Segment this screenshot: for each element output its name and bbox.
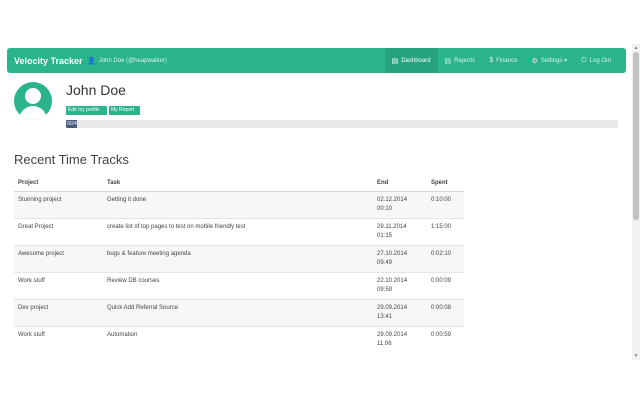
cell-project: Dev project — [14, 298, 103, 326]
avatar — [14, 82, 52, 120]
cell-project: Work stuff — [14, 271, 103, 299]
cell-project: Awesome project — [14, 244, 103, 272]
nav-item-label: Reports — [454, 57, 476, 64]
top-navbar: Velocity Tracker 👤 John Doe (@heapwalker… — [7, 48, 626, 73]
cell-end: 29.09.2014 11:06 — [373, 325, 427, 353]
cell-spent: 0:02:10 — [427, 244, 464, 272]
table-header-row: Project Task End Spent — [14, 176, 464, 192]
scroll-up-arrow-icon[interactable]: ▲ — [632, 44, 640, 52]
cell-project: Stunning project — [14, 190, 103, 218]
cell-end: 29.11.2014 01:15 — [373, 217, 427, 245]
nav-item-label: Settings ▾ — [540, 58, 568, 64]
nav-item-label: Dashboard — [401, 57, 431, 64]
cell-end: 02.12.2014 00:10 — [373, 190, 427, 218]
cell-task: Review DB courses — [103, 271, 373, 299]
nav-item-reports[interactable]: ▤ Reports — [438, 48, 483, 73]
column-header-end: End — [373, 176, 427, 192]
column-header-task: Task — [103, 176, 373, 192]
power-icon: ⏻ — [581, 56, 587, 64]
cell-spent: 0:00:59 — [427, 325, 464, 353]
progress-fill: 0/24 — [66, 120, 78, 128]
nav-item-logout[interactable]: ⏻ Log Out — [574, 48, 618, 73]
table-row: Great Project create list of top pages t… — [14, 217, 464, 245]
cell-task: Automation — [103, 325, 373, 353]
section-title: Recent Time Tracks — [14, 152, 129, 167]
nav-item-label: Log Out — [589, 57, 611, 64]
table-row: Awesome project bugs & feature meeting a… — [14, 244, 464, 272]
table-row: Work stuff Review DB courses 22.10.2014 … — [14, 271, 464, 299]
cell-project: Great Project — [14, 217, 103, 245]
nav-menu: ▤ Dashboard ▤ Reports $ Finance ⚙ Settin… — [384, 48, 618, 73]
my-report-button[interactable]: My Report — [109, 106, 140, 115]
cell-spent: 0:00:09 — [427, 271, 464, 299]
cell-project: Work stuff — [14, 325, 103, 353]
cell-task: create list of top pages to test on mobi… — [103, 217, 373, 245]
user-icon: 👤 — [87, 57, 96, 65]
avatar-head — [25, 88, 41, 104]
profile-name: John Doe — [66, 82, 126, 98]
reports-icon: ▤ — [444, 57, 452, 65]
table-row: Dev project Quick Add Referral Source 29… — [14, 298, 464, 326]
cell-spent: 1:15:00 — [427, 217, 464, 245]
cell-end: 27.10.2014 09:49 — [373, 244, 427, 272]
table-row: Work stuff Automation 29.09.2014 11:06 0… — [14, 325, 464, 353]
gear-icon: ⚙ — [531, 57, 538, 65]
cell-task: Quick Add Referral Source — [103, 298, 373, 326]
cell-spent: 0:00:08 — [427, 298, 464, 326]
cell-spent: 0:10:00 — [427, 190, 464, 218]
nav-user[interactable]: 👤 John Doe (@heapwalker) — [87, 57, 167, 65]
avatar-body — [19, 106, 47, 120]
nav-user-label: John Doe (@heapwalker) — [98, 57, 167, 64]
progress-bar: 0/24 — [66, 120, 618, 128]
nav-item-label: Finance — [496, 57, 518, 64]
time-tracks-table: Project Task End Spent Stunning project … — [14, 176, 464, 353]
nav-item-settings[interactable]: ⚙ Settings ▾ — [524, 48, 574, 73]
scroll-down-arrow-icon[interactable]: ▼ — [632, 352, 640, 360]
nav-item-dashboard[interactable]: ▤ Dashboard — [384, 48, 438, 73]
scroll-thumb[interactable] — [633, 52, 639, 220]
app-brand[interactable]: Velocity Tracker — [7, 56, 87, 66]
cell-end: 29.09.2014 13:41 — [373, 298, 427, 326]
cell-task: bugs & feature meeting agenda — [103, 244, 373, 272]
dollar-icon: $ — [489, 57, 494, 64]
column-header-project: Project — [14, 176, 103, 192]
vertical-scrollbar[interactable]: ▲ ▼ — [632, 44, 640, 360]
edit-profile-button[interactable]: Edit my profile — [66, 106, 107, 115]
column-header-spent: Spent — [427, 176, 464, 192]
cell-task: Getting it done — [103, 190, 373, 218]
nav-item-finance[interactable]: $ Finance — [482, 48, 524, 73]
table-row: Stunning project Getting it done 02.12.2… — [14, 190, 464, 218]
cell-end: 22.10.2014 09:59 — [373, 271, 427, 299]
dashboard-icon: ▤ — [391, 57, 399, 65]
